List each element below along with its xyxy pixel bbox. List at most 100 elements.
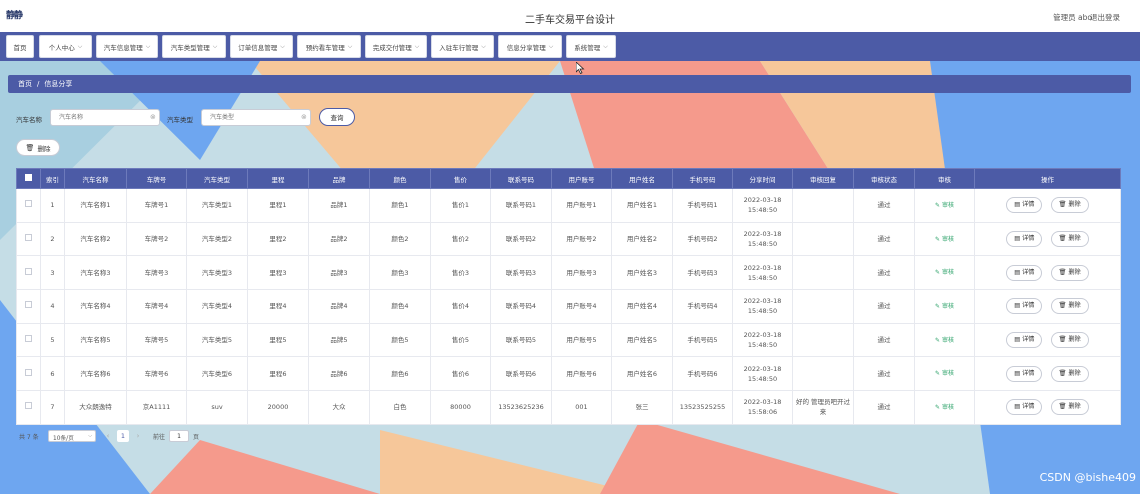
page-number-current[interactable]: 1	[117, 430, 129, 442]
select-all-checkbox[interactable]	[25, 174, 32, 181]
cell-price: 80000	[430, 390, 491, 425]
cell-status: 通过	[853, 289, 915, 324]
batch-delete-button[interactable]: 🗑 删除	[16, 139, 60, 156]
nav-item-car-info[interactable]: 汽车信息管理 ⌵	[96, 35, 158, 58]
delete-button[interactable]: 🗑 删除	[1050, 332, 1089, 349]
delete-button[interactable]: 🗑 删除	[1050, 264, 1089, 281]
row-checkbox[interactable]	[25, 368, 32, 376]
detail-button-label: 详情	[1022, 369, 1035, 377]
nav-item-home[interactable]: 首页	[6, 35, 34, 58]
row-checkbox-cell[interactable]	[16, 289, 41, 324]
car-type-input[interactable]	[201, 109, 311, 126]
table-row: 4 汽车名称4 车牌号4 汽车类型4 里程4 品牌4 颜色4 售价4 联系号码4…	[16, 289, 1121, 324]
detail-button[interactable]: ▤ 详情	[1006, 264, 1043, 281]
row-checkbox-cell[interactable]	[16, 356, 41, 392]
cell-user-name: 用户姓名3	[611, 255, 673, 291]
cell-color: 颜色6	[369, 356, 431, 392]
nav-item-personal-center[interactable]: 个人中心 ⌵	[39, 35, 92, 58]
cell-brand: 品牌3	[308, 255, 370, 291]
cell-share-time: 2022-03-18 15:48:50	[732, 356, 793, 392]
clear-icon[interactable]: ⊗	[301, 113, 307, 121]
cell-color: 颜色2	[369, 221, 431, 257]
detail-button[interactable]: ▤ 详情	[1006, 231, 1043, 248]
column-header: 联系号码	[490, 168, 552, 189]
row-checkbox[interactable]	[25, 301, 32, 309]
row-checkbox-cell[interactable]	[16, 188, 41, 223]
cell-account: 001	[551, 390, 612, 425]
cell-phone: 手机号码1	[672, 188, 733, 223]
column-header: 颜色	[369, 168, 431, 189]
logout-link[interactable]: 退出登录	[1090, 12, 1120, 23]
nav-item-label: 首页	[13, 43, 27, 52]
cell-reply	[792, 255, 854, 291]
row-checkbox[interactable]	[25, 267, 32, 275]
nav-item-car-type[interactable]: 汽车类型管理 ⌵	[162, 35, 226, 58]
cell-phone: 手机号码2	[672, 221, 733, 257]
detail-button[interactable]: ▤ 详情	[1006, 197, 1043, 214]
nav-item-share-info[interactable]: 信息分享管理 ⌵	[498, 35, 562, 58]
row-checkbox-cell[interactable]	[16, 390, 41, 425]
detail-button[interactable]: ▤ 详情	[1006, 365, 1043, 382]
cell-brand: 品牌2	[308, 221, 370, 257]
cell-account: 用户账号1	[551, 188, 612, 223]
delete-button[interactable]: 🗑 删除	[1050, 231, 1089, 248]
cell-audit: ✎ 审核	[914, 322, 975, 358]
row-checkbox-cell[interactable]	[16, 221, 41, 257]
cell-actions: ▤ 详情 🗑 删除	[974, 356, 1121, 392]
cell-car-type: suv	[186, 390, 248, 425]
audit-link[interactable]: ✎ 审核	[935, 303, 954, 310]
nav-item-order-info[interactable]: 订单信息管理 ⌵	[230, 35, 293, 58]
detail-button[interactable]: ▤ 详情	[1006, 332, 1043, 349]
row-checkbox-cell[interactable]	[16, 322, 41, 358]
query-button[interactable]: 查询	[319, 108, 355, 126]
row-checkbox[interactable]	[25, 402, 32, 410]
chevron-down-icon: ⌵	[145, 42, 151, 50]
chevron-down-icon: ⌵	[77, 42, 83, 50]
cell-user-name: 用户姓名5	[611, 322, 673, 358]
cell-reply	[792, 322, 854, 358]
row-checkbox-cell[interactable]	[16, 255, 41, 291]
cell-plate: 车牌号2	[126, 221, 187, 257]
row-checkbox[interactable]	[25, 234, 32, 242]
detail-button[interactable]: ▤ 详情	[1006, 298, 1043, 315]
table-row: 6 汽车名称6 车牌号6 汽车类型6 里程6 品牌6 颜色6 售价6 联系号码6…	[16, 356, 1121, 392]
cell-car-name: 汽车名称3	[64, 255, 127, 291]
clear-icon[interactable]: ⊗	[150, 113, 156, 121]
audit-link[interactable]: ✎ 审核	[935, 370, 954, 377]
audit-link-label: 审核	[941, 403, 954, 411]
nav-item-booking[interactable]: 预约看车管理 ⌵	[297, 35, 361, 58]
page-size-select[interactable]: 10条/页 ⌵	[48, 430, 96, 442]
audit-link[interactable]: ✎ 审核	[935, 337, 954, 344]
cell-plate: 京A1111	[126, 390, 187, 425]
cell-car-type: 汽车类型4	[186, 289, 248, 324]
cell-share-time: 2022-03-18 15:48:50	[732, 221, 793, 257]
nav-item-label: 汽车类型管理	[170, 43, 210, 52]
cell-car-type: 汽车类型6	[186, 356, 248, 392]
trash-icon: 🗑	[1058, 302, 1069, 310]
delete-button[interactable]: 🗑 删除	[1050, 399, 1089, 416]
row-checkbox[interactable]	[25, 200, 32, 208]
nav-item-system[interactable]: 系统管理 ⌵	[566, 35, 616, 58]
delete-button[interactable]: 🗑 删除	[1050, 197, 1089, 214]
audit-link[interactable]: ✎ 审核	[935, 236, 954, 243]
audit-link[interactable]: ✎ 审核	[935, 269, 954, 276]
nav-item-dealer[interactable]: 入驻车行管理 ⌵	[431, 35, 494, 58]
row-checkbox[interactable]	[25, 335, 32, 343]
delete-button[interactable]: 🗑 删除	[1050, 298, 1089, 315]
nav-item-delivery[interactable]: 完成交付管理 ⌵	[365, 35, 427, 58]
select-all-header[interactable]	[16, 168, 41, 189]
breadcrumb-home[interactable]: 首页	[18, 79, 32, 89]
cell-share-time: 2022-03-18 15:48:50	[732, 322, 793, 358]
audit-link[interactable]: ✎ 审核	[935, 202, 954, 209]
chevron-down-icon: ⌵	[280, 42, 285, 50]
cell-user-name: 用户姓名1	[611, 188, 673, 223]
prev-page-icon[interactable]: ‹	[101, 430, 115, 442]
cell-mileage: 里程1	[247, 188, 309, 223]
car-name-input[interactable]	[50, 109, 160, 126]
delete-button[interactable]: 🗑 删除	[1050, 365, 1089, 382]
audit-link[interactable]: ✎ 审核	[935, 404, 954, 411]
cell-status: 通过	[853, 188, 915, 223]
goto-page-input[interactable]	[169, 430, 189, 442]
next-page-icon[interactable]: ›	[131, 430, 145, 442]
detail-button[interactable]: ▤ 详情	[1006, 399, 1043, 416]
